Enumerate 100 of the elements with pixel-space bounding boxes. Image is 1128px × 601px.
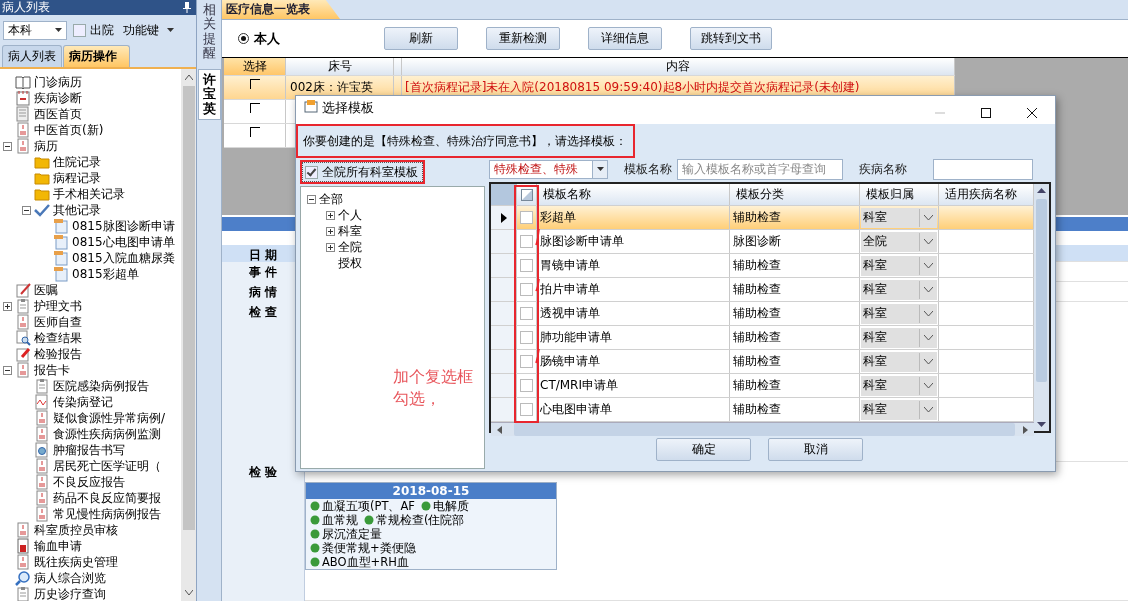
discharged-checkbox[interactable]: 出院 bbox=[73, 21, 114, 39]
row-checkbox[interactable] bbox=[249, 103, 260, 113]
category-dropdown[interactable]: 特殊检查、特殊 bbox=[489, 159, 608, 179]
tree-item[interactable]: 药品不良反应简要报 bbox=[53, 489, 161, 507]
scrollbar[interactable] bbox=[1034, 184, 1049, 431]
dialog-button[interactable]: 确定 bbox=[656, 438, 751, 461]
tree-item[interactable]: 食源性疾病病例监测 bbox=[53, 425, 161, 443]
disease-name-field[interactable] bbox=[933, 158, 1033, 180]
owner-dropdown[interactable]: 全院 bbox=[861, 231, 937, 252]
tree-item[interactable]: 肿瘤报告书写 bbox=[53, 441, 125, 459]
column-header[interactable]: 模板名称 bbox=[537, 184, 730, 205]
template-name-field[interactable]: 输入模板名称或首字母查询 bbox=[677, 158, 843, 180]
owner-dropdown[interactable]: 科室 bbox=[861, 207, 937, 228]
tree-item[interactable]: 病历 bbox=[34, 137, 58, 155]
tree-item[interactable]: 历史诊疗查询 bbox=[34, 585, 106, 601]
row-checkbox[interactable] bbox=[520, 235, 533, 248]
toolbar-button[interactable]: 跳转到文书 bbox=[690, 27, 772, 50]
document-tab[interactable]: 医疗信息一览表 bbox=[222, 0, 340, 19]
tree-item[interactable]: 中医首页(新) bbox=[34, 121, 104, 139]
all-departments-checkbox[interactable]: 全院所有科室模板 bbox=[302, 162, 423, 182]
toolbar-button[interactable]: 重新检测 bbox=[486, 27, 560, 50]
tree-item[interactable]: 报告卡 bbox=[34, 361, 70, 379]
toolbar-button[interactable]: 详细信息 bbox=[588, 27, 662, 50]
owner-dropdown[interactable]: 科室 bbox=[861, 255, 937, 276]
tree-item[interactable]: 输血申请 bbox=[34, 537, 82, 555]
row-checkbox[interactable] bbox=[520, 259, 533, 272]
tree-item[interactable]: 不良反应报告 bbox=[53, 473, 125, 491]
owner-dropdown[interactable]: 科室 bbox=[861, 303, 937, 324]
tree-item[interactable]: 科室 bbox=[338, 222, 362, 240]
row-checkbox[interactable] bbox=[249, 127, 260, 137]
tree-item[interactable]: 检验报告 bbox=[34, 345, 82, 363]
column-header[interactable]: 选择 bbox=[224, 58, 286, 75]
test-item[interactable]: 电解质 bbox=[432, 498, 469, 514]
tree-item[interactable]: 病程记录 bbox=[53, 169, 101, 187]
owner-dropdown[interactable]: 科室 bbox=[861, 399, 937, 420]
scrollbar[interactable] bbox=[491, 422, 1034, 436]
tree-item[interactable]: 疾病诊断 bbox=[34, 89, 82, 107]
row-checkbox[interactable] bbox=[249, 79, 260, 89]
tree-item[interactable]: 住院记录 bbox=[53, 153, 101, 171]
tree-item[interactable]: 传染病登记 bbox=[53, 393, 113, 411]
column-header[interactable]: 床号 bbox=[286, 58, 394, 75]
tree-item[interactable]: 既往疾病史管理 bbox=[34, 553, 118, 571]
function-key-menu[interactable]: 功能键 bbox=[120, 19, 177, 41]
owner-dropdown[interactable]: 科室 bbox=[861, 375, 937, 396]
test-item[interactable]: 血常规 bbox=[322, 512, 358, 528]
tree-item[interactable]: 其他记录 bbox=[53, 201, 101, 219]
tree-item[interactable]: 科室质控员审核 bbox=[34, 521, 118, 539]
grid-row[interactable]: 拍片申请单 辅助检查 科室 bbox=[491, 278, 1034, 302]
tree-item[interactable]: 授权 bbox=[338, 254, 362, 272]
tree-item[interactable]: 检查结果 bbox=[34, 329, 82, 347]
row-checkbox[interactable] bbox=[520, 331, 533, 344]
owner-dropdown[interactable]: 科室 bbox=[861, 351, 937, 372]
owner-dropdown[interactable]: 科室 bbox=[861, 279, 937, 300]
tree-item[interactable]: 常见慢性病病例报告 bbox=[53, 505, 161, 523]
self-radio-button[interactable]: 本人 bbox=[238, 29, 280, 48]
tree-item[interactable]: 医嘱 bbox=[34, 281, 58, 299]
row-checkbox[interactable] bbox=[520, 403, 533, 416]
tree-item[interactable]: 疑似食源性异常病例/ bbox=[53, 409, 166, 427]
row-checkbox[interactable] bbox=[520, 211, 533, 224]
tree-item[interactable]: 0815彩超单 bbox=[72, 265, 139, 283]
tree-item[interactable]: 居民死亡医学证明（ bbox=[53, 457, 161, 475]
row-checkbox[interactable] bbox=[520, 307, 533, 320]
grid-row[interactable]: 肺功能申请单 辅助检查 科室 bbox=[491, 326, 1034, 350]
dialog-button[interactable]: 取消 bbox=[768, 438, 863, 461]
test-item[interactable]: 血凝五项(PT、AF bbox=[322, 498, 415, 514]
toolbar-button[interactable]: 刷新 bbox=[384, 27, 458, 50]
department-dropdown[interactable]: 本科 bbox=[3, 20, 67, 40]
column-header[interactable]: 模板归属 bbox=[860, 184, 939, 205]
row-checkbox[interactable] bbox=[520, 355, 533, 368]
grid-row[interactable]: 透视申请单 辅助检查 科室 bbox=[491, 302, 1034, 326]
test-item[interactable]: 粪便常规+粪便隐 bbox=[322, 540, 416, 556]
tree-item[interactable]: 个人 bbox=[338, 206, 362, 224]
test-item[interactable]: 尿沉渣定量 bbox=[322, 526, 382, 542]
tree-item[interactable]: 医师自查 bbox=[34, 313, 82, 331]
tree-item[interactable]: 西医首页 bbox=[34, 105, 82, 123]
test-item[interactable]: ABO血型+RH血 bbox=[322, 554, 409, 570]
row-checkbox[interactable] bbox=[520, 283, 533, 296]
tree-item[interactable]: 病人综合浏览 bbox=[34, 569, 106, 587]
side-tab[interactable]: 相关提醒 bbox=[198, 0, 220, 64]
grid-row[interactable]: 肠镜申请单 辅助检查 科室 bbox=[491, 350, 1034, 374]
grid-row[interactable]: CT/MRI申请单 辅助检查 科室 bbox=[491, 374, 1034, 398]
owner-dropdown[interactable]: 科室 bbox=[861, 327, 937, 348]
column-header[interactable]: 模板分类 bbox=[730, 184, 860, 205]
tree-item[interactable]: 0815脉图诊断申请 bbox=[72, 217, 175, 235]
tree-item[interactable]: 0815心电图申请单 bbox=[72, 233, 175, 251]
grid-row[interactable]: 彩超单 辅助检查 科室 bbox=[491, 206, 1034, 230]
tree-item[interactable]: 门诊病历 bbox=[34, 73, 82, 91]
side-tab[interactable]: 许宝英 bbox=[197, 69, 221, 121]
row-checkbox[interactable] bbox=[520, 379, 533, 392]
panel-tab[interactable]: 病历操作 bbox=[63, 45, 130, 67]
column-header[interactable]: 内容 bbox=[402, 58, 955, 75]
tree-item[interactable]: 0815入院血糖尿粪 bbox=[72, 249, 175, 267]
panel-tab[interactable]: 病人列表 bbox=[2, 45, 62, 67]
tree-item[interactable]: 全部 bbox=[319, 190, 343, 208]
tree-item[interactable]: 手术相关记录 bbox=[53, 185, 125, 203]
tree-item[interactable]: 医院感染病例报告 bbox=[53, 377, 149, 395]
tree-item[interactable]: 护理文书 bbox=[34, 297, 82, 315]
test-item[interactable]: 常规检查(住院部 bbox=[376, 512, 465, 528]
scrollbar[interactable] bbox=[181, 69, 196, 601]
tree-item[interactable]: 全院 bbox=[338, 238, 362, 256]
